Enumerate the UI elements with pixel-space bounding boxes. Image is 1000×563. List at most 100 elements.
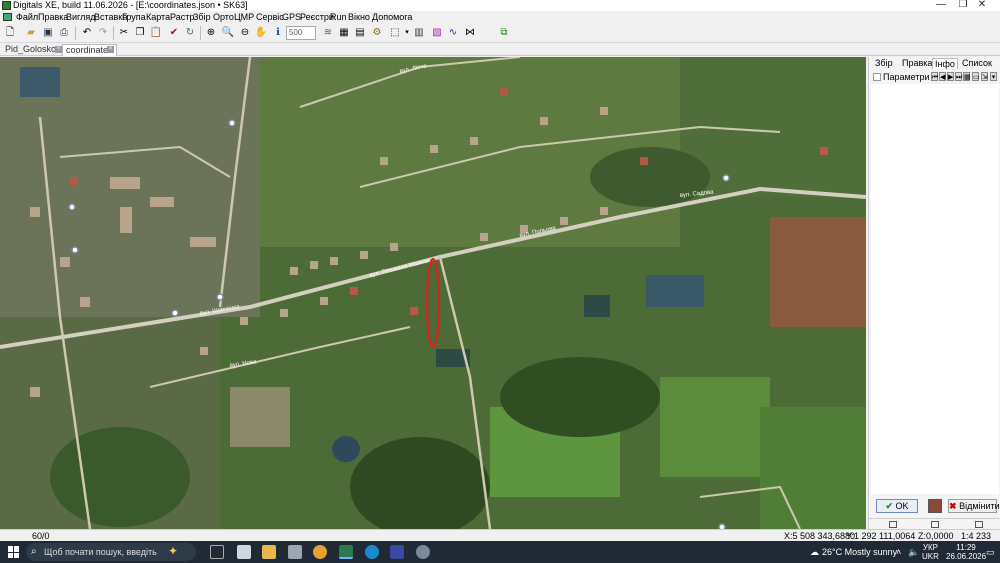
refresh-icon[interactable]: ↻	[183, 26, 197, 40]
tree-checkbox[interactable]	[873, 73, 881, 81]
info-icon[interactable]: ℹ	[271, 26, 285, 40]
menu-edit[interactable]: Правка	[38, 11, 68, 23]
menu-window[interactable]: Вікно	[348, 11, 370, 23]
photo-icon[interactable]	[928, 499, 942, 513]
paste-icon[interactable]: 📋	[149, 26, 163, 40]
title-bar: Digitals XE, build 11.06.2026 - [E:\coor…	[0, 0, 1000, 11]
menu-view[interactable]: Вигляд	[66, 11, 96, 23]
volume-icon[interactable]: 🔈	[908, 541, 919, 563]
weather-text[interactable]: 26°C Mostly sunny	[822, 541, 897, 563]
copy-icon[interactable]: ❐	[133, 26, 147, 40]
redo-icon[interactable]: ↷	[96, 26, 110, 40]
calculator-icon[interactable]	[288, 545, 302, 559]
settings-icon[interactable]	[416, 545, 430, 559]
table-icon[interactable]: ▦	[337, 26, 351, 40]
close-icon[interactable]: ×	[107, 46, 114, 53]
chevron-up-icon[interactable]: ˄	[896, 541, 901, 563]
start-button[interactable]	[8, 546, 20, 558]
search-icon: ⌕	[31, 546, 37, 557]
tree-item-parameters[interactable]: Параметри ⏮ ◀ ▶ ⏭ ▦ ▭ ⇲ ▾	[873, 71, 999, 83]
toolbar-separator	[75, 26, 76, 40]
prev-icon[interactable]: ◀	[939, 72, 946, 81]
chevron-down-icon[interactable]: ▾	[990, 72, 997, 81]
grid-icon[interactable]: ▤	[353, 26, 367, 40]
last-icon[interactable]: ⏭	[955, 72, 962, 81]
zoom-out-icon[interactable]: ⊖	[238, 26, 252, 40]
tools-icon[interactable]: ⚙	[370, 26, 384, 40]
menu-service[interactable]: Сервіс	[256, 11, 284, 23]
tab-info[interactable]: Інфо	[932, 58, 958, 69]
cross-icon: ✖	[949, 501, 957, 511]
menu-group[interactable]: Група	[122, 11, 146, 23]
menu-registers[interactable]: Реєстри	[300, 11, 334, 23]
menu-file[interactable]: Файл	[16, 11, 38, 23]
menu-help[interactable]: Допомога	[372, 11, 412, 23]
satellite-map[interactable]: вул. Гетьмана Мазепи вул. Шевченка вул. …	[0, 57, 866, 529]
check-icon[interactable]: ✔	[167, 26, 181, 40]
chrome-icon[interactable]	[313, 545, 327, 559]
export-icon[interactable]: ⇲	[981, 72, 988, 81]
digitize-icon[interactable]: ▥	[412, 26, 426, 40]
tab-list[interactable]: Список	[962, 58, 992, 69]
notifications-icon[interactable]: ▭	[986, 541, 995, 563]
digitals-app-icon[interactable]	[339, 545, 353, 559]
clock[interactable]: 11:29 26.06.2026	[946, 543, 986, 561]
curve-icon[interactable]: ∿	[446, 26, 460, 40]
split-left-icon[interactable]	[889, 521, 897, 528]
clock-time: 11:29	[956, 543, 976, 552]
language-bottom: UKR	[922, 552, 939, 561]
split-right-icon[interactable]	[975, 521, 983, 528]
close-button[interactable]: ✕	[964, 0, 1000, 11]
undo-icon[interactable]: ↶	[80, 26, 94, 40]
scale-input[interactable]: 500	[286, 26, 316, 40]
cancel-label: Відмінити	[959, 501, 1000, 511]
open-folder-icon[interactable]: ▰	[24, 26, 38, 40]
pan-hand-icon[interactable]: ✋	[254, 26, 268, 40]
edge-icon[interactable]	[365, 545, 379, 559]
save-icon[interactable]: ▣	[41, 26, 55, 40]
network-icon[interactable]: ⋈	[463, 26, 477, 40]
menu-run[interactable]: Run	[330, 11, 347, 23]
print-icon[interactable]: ⎙	[57, 26, 71, 40]
map-canvas[interactable]: вул. Гетьмана Мазепи вул. Шевченка вул. …	[0, 57, 866, 529]
tab-collect[interactable]: Збір	[875, 58, 893, 69]
menu-raster[interactable]: Растр	[170, 11, 194, 23]
language-indicator[interactable]: УКР UKR	[922, 543, 939, 561]
first-icon[interactable]: ⏮	[931, 72, 938, 81]
weather-icon[interactable]: ☁	[810, 541, 819, 563]
zoom-in-icon[interactable]: 🔍	[221, 26, 235, 40]
toolbar: 🗋 ▰ ▣ ⎙ ↶ ↷ ✂ ❐ 📋 ✔ ↻ ⊕ 🔍 ⊖ ✋ ℹ 500 ≋ ▦ …	[0, 23, 1000, 43]
menu-collect[interactable]: Збір	[193, 11, 211, 23]
task-view-icon[interactable]	[210, 545, 224, 559]
menu-dem[interactable]: ЦМР	[234, 11, 254, 23]
save-app-icon[interactable]	[390, 545, 404, 559]
menu-bar: Файл Правка Вигляд Вставка Група Карта Р…	[0, 11, 1000, 23]
copilot-icon[interactable]: ✦	[168, 544, 178, 558]
menu-ortho[interactable]: Орто	[213, 11, 234, 23]
properties-panel: Збір Правка Інфо Список Параметри ⏮ ◀ ▶ …	[868, 57, 1000, 529]
notepad-icon[interactable]	[237, 545, 251, 559]
zoom-window-icon[interactable]: ⊕	[204, 26, 218, 40]
plugin-icon[interactable]: ⧉	[497, 26, 511, 40]
pond	[584, 295, 610, 317]
document-icon[interactable]	[3, 13, 12, 21]
next-icon[interactable]: ▶	[947, 72, 954, 81]
cut-icon[interactable]: ✂	[117, 26, 131, 40]
pond	[332, 436, 360, 462]
menu-gps[interactable]: GPS	[282, 11, 301, 23]
tab-edit[interactable]: Правка	[902, 58, 932, 69]
new-file-icon[interactable]: 🗋	[3, 26, 17, 40]
file-explorer-icon[interactable]	[262, 545, 276, 559]
ok-button[interactable]: ✔ OK	[876, 499, 918, 513]
close-icon[interactable]: ×	[55, 46, 62, 53]
app-icon	[2, 1, 11, 10]
green-field	[760, 407, 866, 529]
table-icon[interactable]: ▦	[963, 72, 971, 81]
raster-icon[interactable]: ▧	[430, 26, 444, 40]
menu-map[interactable]: Карта	[146, 11, 170, 23]
cancel-button[interactable]: ✖ Відмінити	[948, 499, 1000, 513]
green-field	[660, 377, 770, 477]
monitor-icon[interactable]: ▭	[972, 72, 980, 81]
split-center-icon[interactable]	[931, 521, 939, 528]
layers-icon[interactable]: ≋	[321, 26, 335, 40]
